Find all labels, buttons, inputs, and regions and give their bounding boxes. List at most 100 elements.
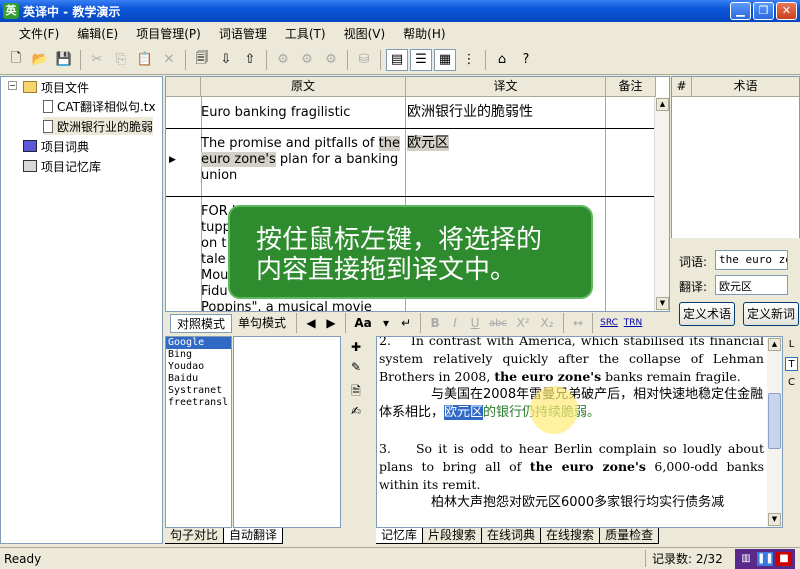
engine-item[interactable]: Systranet — [166, 385, 231, 397]
tab-quality-check[interactable]: 质量检查 — [600, 528, 660, 544]
translate-icon[interactable]: ✍ — [348, 404, 364, 420]
menu-help[interactable]: 帮助(H) — [394, 25, 454, 42]
define-term-button[interactable]: 定义术语 — [679, 302, 735, 326]
scroll-up-icon[interactable]: ▲ — [768, 338, 781, 351]
para-number: 2. — [379, 336, 391, 348]
engine-item[interactable]: Baidu — [166, 373, 231, 385]
tab-online-dictionary[interactable]: 在线词典 — [482, 528, 542, 544]
import-icon[interactable]: ⇩ — [215, 49, 237, 71]
save-icon[interactable]: 💾 — [53, 49, 75, 71]
target-text: 欧元区 — [407, 135, 449, 151]
edit-icon[interactable]: ✎ — [348, 360, 364, 376]
strike-button[interactable]: abc — [485, 318, 511, 329]
tab-memory[interactable]: 记忆库 — [376, 528, 424, 544]
new-file-icon[interactable]: 🗋 — [5, 49, 27, 71]
define-new-word-button[interactable]: 定义新词 — [743, 302, 799, 326]
tree-collapse-icon[interactable]: − — [8, 81, 17, 90]
tab-online-search[interactable]: 在线搜索 — [541, 528, 601, 544]
scroll-up-icon[interactable]: ▲ — [656, 98, 669, 111]
cut-icon[interactable]: ✂ — [86, 49, 108, 71]
layout-stack-icon[interactable]: ☰ — [410, 48, 432, 71]
tree-file-2[interactable]: 欧洲银行业的脆弱 — [43, 117, 154, 135]
menu-project[interactable]: 项目管理(P) — [127, 25, 210, 42]
scroll-down-icon[interactable]: ▼ — [656, 297, 669, 310]
home-icon[interactable]: ⌂ — [491, 49, 513, 71]
tree-project-files[interactable]: 项目文件 — [23, 78, 89, 96]
source-cell[interactable]: Euro banking fragilistic — [201, 105, 403, 121]
engine-item[interactable]: Youdao — [166, 361, 231, 373]
tab-single-mode[interactable]: 单句模式 — [232, 314, 292, 333]
tree-memory[interactable]: 项目记忆库 — [23, 157, 101, 175]
layout-side-icon[interactable]: ▤ — [386, 48, 408, 71]
italic-button[interactable]: I — [445, 316, 465, 330]
open-folder-icon[interactable]: 📂 — [29, 49, 51, 71]
delete-icon[interactable]: ✕ — [158, 49, 180, 71]
close-button[interactable]: ✕ — [776, 2, 797, 20]
grid-row[interactable]: Euro banking fragilistic 欧洲银行业的脆弱性 — [166, 97, 656, 129]
tool-a-icon[interactable]: ⚙ — [272, 49, 294, 71]
sidebar-l-icon[interactable]: L — [785, 338, 798, 352]
trn-button[interactable]: TRN — [621, 318, 645, 328]
src-button[interactable]: SRC — [597, 318, 621, 328]
paste-icon[interactable]: 📋 — [134, 49, 156, 71]
engine-item[interactable]: freetransl — [166, 397, 231, 409]
return-icon[interactable]: ↵ — [396, 316, 416, 330]
add-project-icon[interactable]: 🗐 — [191, 49, 213, 71]
toolbar-separator — [345, 313, 347, 333]
superscript-button[interactable]: X² — [511, 316, 535, 330]
tree-file-1[interactable]: CAT翻译相似句.tx — [43, 97, 156, 115]
scroll-down-icon[interactable]: ▼ — [768, 513, 781, 526]
arrow-right-icon[interactable]: ▶ — [321, 316, 341, 330]
pause-icon[interactable]: ❚❚ — [757, 551, 774, 566]
width-icon[interactable]: ↔ — [568, 316, 588, 330]
help-icon[interactable]: ? — [515, 49, 537, 71]
tab-auto-translate[interactable]: 自动翻译 — [224, 528, 284, 544]
export-icon[interactable]: ⇧ — [239, 49, 261, 71]
menu-edit[interactable]: 编辑(E) — [68, 25, 127, 42]
tool-c-icon[interactable]: ⚙ — [320, 49, 342, 71]
menu-words[interactable]: 词语管理 — [210, 25, 276, 42]
target-cell[interactable]: 欧元区 — [407, 134, 607, 152]
engine-item[interactable]: Google — [166, 337, 231, 349]
font-dropdown-icon[interactable]: ▾ — [376, 316, 396, 330]
subscript-button[interactable]: X₂ — [535, 316, 559, 330]
target-cell[interactable]: 欧洲银行业的脆弱性 — [407, 103, 607, 121]
source-cell[interactable]: The promise and pitfalls of the euro zon… — [201, 136, 403, 184]
translation-input[interactable]: 欧元区 — [715, 275, 788, 295]
minimize-button[interactable]: ▁ — [730, 2, 751, 20]
tab-sentence-compare[interactable]: 句子对比 — [165, 528, 225, 544]
grid-scrollbar[interactable]: ▲ ▼ — [654, 97, 669, 311]
copy-icon[interactable]: ⎘ — [110, 49, 132, 71]
selected-text[interactable]: 欧元区 — [444, 405, 484, 420]
engine-result-pane[interactable] — [233, 336, 341, 528]
document-icon[interactable]: 🗎 — [348, 382, 364, 398]
grid-header-target[interactable]: 译文 — [406, 77, 606, 96]
add-note-icon[interactable]: ✚ — [348, 340, 364, 356]
menu-view[interactable]: 视图(V) — [335, 25, 395, 42]
layout-tree-icon[interactable]: ⋮ — [458, 49, 480, 71]
menu-tools[interactable]: 工具(T) — [276, 25, 335, 42]
database-icon[interactable]: ⛁ — [353, 49, 375, 71]
font-button[interactable]: Aa — [350, 316, 376, 330]
underline-button[interactable]: U — [465, 316, 485, 330]
maximize-button[interactable]: ❐ — [753, 2, 774, 20]
grid-header-note[interactable]: 备注 — [606, 77, 656, 96]
sidebar-c-icon[interactable]: C — [785, 376, 798, 390]
tab-fragment-search[interactable]: 片段搜索 — [423, 528, 483, 544]
word-input[interactable]: the euro zor — [715, 250, 788, 270]
arrow-left-icon[interactable]: ◀ — [301, 316, 321, 330]
engine-item[interactable]: Bing — [166, 349, 231, 361]
tab-parallel-mode[interactable]: 对照模式 — [170, 313, 233, 333]
bold-button[interactable]: B — [425, 316, 445, 330]
grid-header-source[interactable]: 原文 — [201, 77, 406, 96]
reference-pane[interactable]: 2. In contrast with America, which stabi… — [376, 336, 783, 528]
layout-grid-icon[interactable]: ▦ — [434, 48, 456, 71]
tree-dictionary[interactable]: 项目词典 — [23, 137, 89, 155]
reference-scrollbar[interactable]: ▲ ▼ — [767, 337, 782, 527]
menu-file[interactable]: 文件(F) — [10, 25, 68, 42]
stop-icon[interactable]: ■ — [776, 551, 792, 566]
sidebar-t-icon[interactable]: T — [785, 357, 798, 371]
scroll-thumb[interactable] — [768, 393, 781, 449]
tool-b-icon[interactable]: ⚙ — [296, 49, 318, 71]
grid-row-current[interactable]: ▶ The promise and pitfalls of the euro z… — [166, 129, 656, 197]
